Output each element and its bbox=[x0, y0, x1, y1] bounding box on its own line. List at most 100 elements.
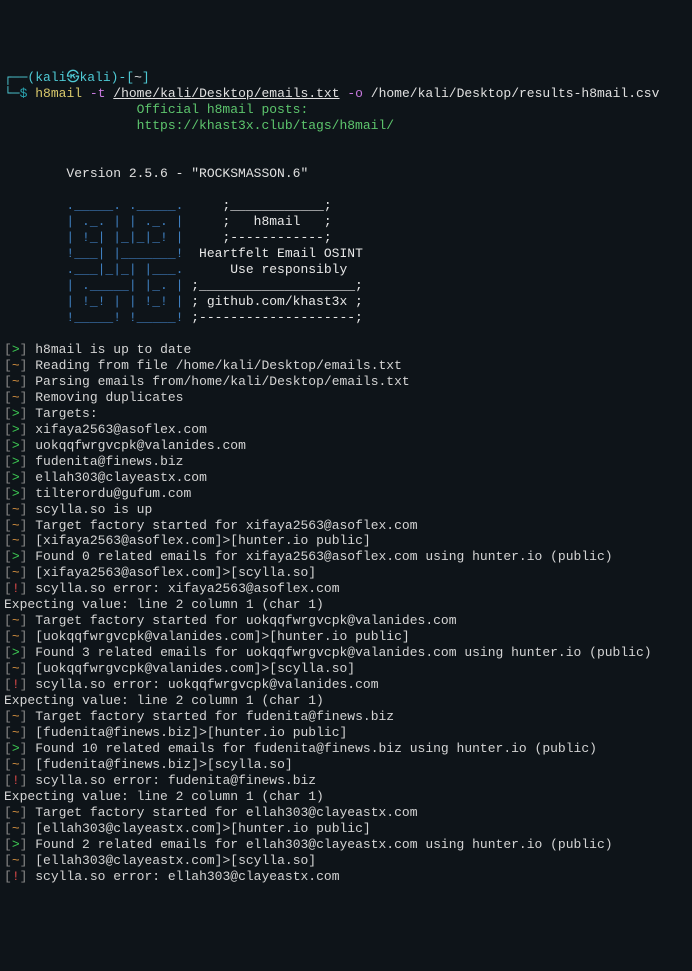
bracket-open: [ bbox=[4, 773, 12, 788]
bracket-open: [ bbox=[4, 374, 12, 389]
ascii-line-5: .___|_|_| |___. Use responsibly bbox=[4, 262, 688, 278]
output-line: [>] ellah303@clayeastx.com bbox=[4, 470, 688, 486]
bracket-close: ] bbox=[20, 837, 28, 852]
bracket-close: ] bbox=[20, 629, 28, 644]
status-alert-icon: ! bbox=[12, 869, 20, 884]
status-tilde-icon: ~ bbox=[12, 709, 20, 724]
status-gt-icon: > bbox=[12, 470, 20, 485]
status-tilde-icon: ~ bbox=[12, 821, 20, 836]
output-line: Expecting value: line 2 column 1 (char 1… bbox=[4, 693, 688, 709]
status-tilde-icon: ~ bbox=[12, 853, 20, 868]
output-line: [~] Target factory started for xifaya256… bbox=[4, 518, 688, 534]
output-text: [uokqqfwrgvcpk@valanides.com]>[hunter.io… bbox=[35, 629, 409, 644]
output-text: Target factory started for fudenita@fine… bbox=[35, 709, 394, 724]
output-text: Target factory started for ellah303@clay… bbox=[35, 805, 417, 820]
prompt-close-br: ] bbox=[142, 70, 150, 85]
bracket-close: ] bbox=[20, 406, 28, 421]
ascii-line-1: ._____. ._____. ;____________; bbox=[4, 198, 688, 214]
output-line: [~] [uokqqfwrgvcpk@valanides.com]>[hunte… bbox=[4, 629, 688, 645]
status-gt-icon: > bbox=[12, 342, 20, 357]
status-tilde-icon: ~ bbox=[12, 533, 20, 548]
arg-output-path: /home/kali/Desktop/results-h8mail.csv bbox=[371, 86, 660, 101]
bracket-close: ] bbox=[20, 342, 28, 357]
status-gt-icon: > bbox=[12, 422, 20, 437]
output-line: [>] tilterordu@gufum.com bbox=[4, 486, 688, 502]
output-text: [ellah303@clayeastx.com]>[scylla.so] bbox=[35, 853, 316, 868]
output-text: Found 3 related emails for uokqqfwrgvcpk… bbox=[35, 645, 651, 660]
output-text: [xifaya2563@asoflex.com]>[hunter.io publ… bbox=[35, 533, 370, 548]
bracket-open: [ bbox=[4, 549, 12, 564]
terminal[interactable]: ┌──(kali㉿kali)-[~]└─$ h8mail -t /home/ka… bbox=[4, 70, 688, 885]
output-text: scylla.so is up bbox=[35, 502, 152, 517]
bracket-close: ] bbox=[20, 470, 28, 485]
bracket-close: ] bbox=[20, 709, 28, 724]
ascii-line-8: !_____! !_____! ;--------------------; bbox=[4, 310, 688, 326]
prompt-tilde: ~ bbox=[134, 70, 142, 85]
prompt-line-1: ┌──(kali㉿kali)-[~] bbox=[4, 70, 688, 86]
output-text: Parsing emails from/home/kali/Desktop/em… bbox=[35, 374, 409, 389]
output-lines: [>] h8mail is up to date[~] Reading from… bbox=[4, 342, 688, 885]
status-gt-icon: > bbox=[12, 406, 20, 421]
output-line: [~] Removing duplicates bbox=[4, 390, 688, 406]
status-tilde-icon: ~ bbox=[12, 805, 20, 820]
bracket-close: ] bbox=[20, 869, 28, 884]
arg-input-path: /home/kali/Desktop/emails.txt bbox=[113, 86, 339, 101]
output-text: Targets: bbox=[35, 406, 97, 421]
status-tilde-icon: ~ bbox=[12, 629, 20, 644]
bracket-close: ] bbox=[20, 805, 28, 820]
output-text: [ellah303@clayeastx.com]>[hunter.io publ… bbox=[35, 821, 370, 836]
bracket-close: ] bbox=[20, 486, 28, 501]
output-line: [~] [fudenita@finews.biz]>[hunter.io pub… bbox=[4, 725, 688, 741]
status-gt-icon: > bbox=[12, 645, 20, 660]
bracket-open: [ bbox=[4, 645, 12, 660]
bracket-open: [ bbox=[4, 677, 12, 692]
bracket-open: [ bbox=[4, 358, 12, 373]
status-tilde-icon: ~ bbox=[12, 374, 20, 389]
bracket-open: [ bbox=[4, 725, 12, 740]
bracket-close: ] bbox=[20, 374, 28, 389]
prompt-close-paren: )-[ bbox=[111, 70, 134, 85]
output-line: [~] Target factory started for uokqqfwrg… bbox=[4, 613, 688, 629]
output-text: [xifaya2563@asoflex.com]>[scylla.so] bbox=[35, 565, 316, 580]
bracket-open: [ bbox=[4, 406, 12, 421]
bracket-open: [ bbox=[4, 565, 12, 580]
bracket-close: ] bbox=[20, 438, 28, 453]
ascii-line-7: | !_! | | !_! | ; github.com/khast3x ; bbox=[4, 294, 688, 310]
bracket-close: ] bbox=[20, 518, 28, 533]
status-alert-icon: ! bbox=[12, 773, 20, 788]
status-gt-icon: > bbox=[12, 486, 20, 501]
output-text: Found 10 related emails for fudenita@fin… bbox=[35, 741, 597, 756]
output-text: Expecting value: line 2 column 1 (char 1… bbox=[4, 693, 324, 708]
output-text: uokqqfwrgvcpk@valanides.com bbox=[35, 438, 246, 453]
bracket-close: ] bbox=[20, 581, 28, 596]
ascii-line-6: | ._____| |_. | ;____________________; bbox=[4, 278, 688, 294]
bracket-open: [ bbox=[4, 853, 12, 868]
bracket-open: [ bbox=[4, 661, 12, 676]
status-tilde-icon: ~ bbox=[12, 757, 20, 772]
output-line: [~] Parsing emails from/home/kali/Deskto… bbox=[4, 374, 688, 390]
output-line: [~] [xifaya2563@asoflex.com]>[hunter.io … bbox=[4, 533, 688, 549]
bracket-open: [ bbox=[4, 454, 12, 469]
bracket-open: [ bbox=[4, 821, 12, 836]
bracket-close: ] bbox=[20, 773, 28, 788]
bracket-open: [ bbox=[4, 342, 12, 357]
bracket-close: ] bbox=[20, 454, 28, 469]
output-line: [>] Found 0 related emails for xifaya256… bbox=[4, 549, 688, 565]
bracket-open: [ bbox=[4, 390, 12, 405]
bracket-open: [ bbox=[4, 629, 12, 644]
bracket-open: [ bbox=[4, 805, 12, 820]
output-text: [uokqqfwrgvcpk@valanides.com]>[scylla.so… bbox=[35, 661, 355, 676]
output-line: [>] h8mail is up to date bbox=[4, 342, 688, 358]
output-line: [!] scylla.so error: xifaya2563@asoflex.… bbox=[4, 581, 688, 597]
output-line: [~] Reading from file /home/kali/Desktop… bbox=[4, 358, 688, 374]
output-text: tilterordu@gufum.com bbox=[35, 486, 191, 501]
output-text: Found 2 related emails for ellah303@clay… bbox=[35, 837, 612, 852]
version-line: Version 2.5.6 - "ROCKSMASSON.6" bbox=[4, 166, 688, 182]
bracket-close: ] bbox=[20, 533, 28, 548]
bracket-open: [ bbox=[4, 438, 12, 453]
ascii-line-2: | ._. | | ._. | ; h8mail ; bbox=[4, 214, 688, 230]
ascii-line-4: !___| |_______! Heartfelt Email OSINT bbox=[4, 246, 688, 262]
bracket-close: ] bbox=[20, 757, 28, 772]
header-link: https://khast3x.club/tags/h8mail/ bbox=[4, 118, 688, 134]
bracket-open: [ bbox=[4, 741, 12, 756]
